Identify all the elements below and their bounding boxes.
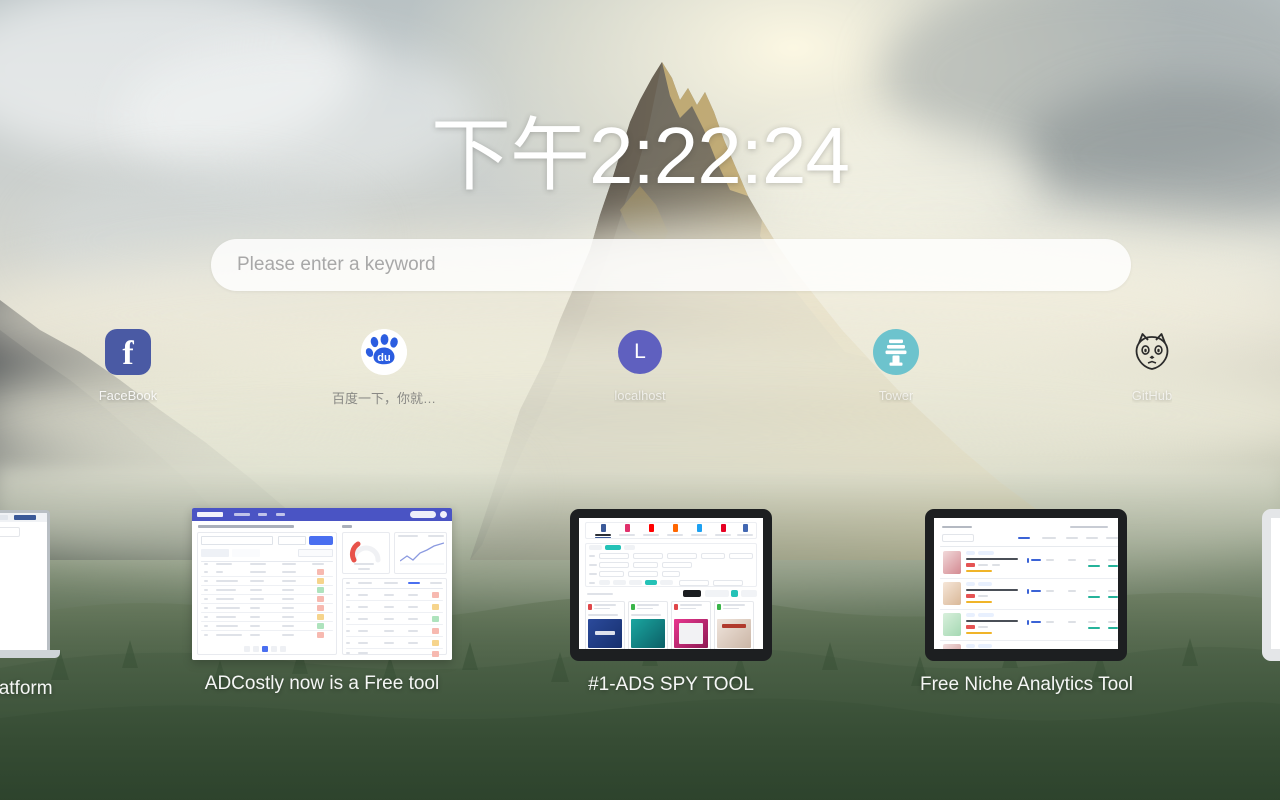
card-caption: …ce Platform [0, 678, 53, 699]
thumbnail-adcostly-dashboard[interactable] [192, 508, 452, 660]
thumbnail-partial-offscreen[interactable] [1262, 509, 1280, 661]
thumbnail-ads-spy-monitor[interactable] [570, 509, 772, 661]
shortcut-tower[interactable]: Tower [768, 328, 1024, 407]
card-caption: Free Niche Analytics Tool [920, 674, 1133, 695]
site-thumbnail-row: …ce Platform [0, 500, 1280, 710]
localhost-initial: L [618, 330, 662, 374]
shortcut-label: GitHub [1131, 388, 1173, 403]
shortcut-label: FaceBook [98, 388, 158, 403]
clock-display: 下午2:22:24 [431, 111, 850, 200]
site-card-platform[interactable]: …ce Platform [0, 510, 145, 700]
facebook-icon[interactable]: f [104, 328, 152, 376]
card-caption: #1-ADS SPY TOOL [588, 674, 754, 695]
site-card-partial-right[interactable]: 身 [1262, 509, 1280, 701]
github-octocat-icon[interactable] [1128, 328, 1176, 376]
shortcut-baidu[interactable]: du 百度一下，你就… [256, 328, 512, 407]
shortcut-facebook[interactable]: f FaceBook [0, 328, 256, 407]
svg-text:du: du [377, 352, 390, 364]
site-card-ads-spy[interactable]: #1-ADS SPY TOOL [570, 509, 772, 696]
baidu-paw-icon[interactable]: du [360, 328, 408, 376]
shortcut-label: localhost [614, 388, 666, 403]
site-card-niche-analytics[interactable]: Free Niche Analytics Tool [920, 509, 1133, 696]
card-caption: ADCostly now is a Free tool [204, 673, 440, 694]
tower-icon[interactable] [872, 328, 920, 376]
shortcut-label: 百度一下，你就… [331, 391, 436, 406]
search-input[interactable] [211, 239, 1131, 291]
thumbnail-laptop-social-feed[interactable] [0, 510, 145, 665]
shortcut-github[interactable]: GitHub [1024, 328, 1280, 407]
shortcut-label: Tower [878, 388, 914, 403]
thumbnail-niche-analytics-monitor[interactable] [925, 509, 1128, 661]
shortcut-localhost[interactable]: L localhost [512, 328, 768, 407]
search-bar[interactable] [211, 239, 1131, 291]
desktop-wallpaper-newtab: 下午2:22:24 f FaceBook [0, 0, 1280, 800]
shortcut-icon-row: f FaceBook du 百度一下，你就… L localhost Tower… [0, 328, 1280, 407]
localhost-icon[interactable]: L [616, 328, 664, 376]
site-card-adcostly[interactable]: ADCostly now is a Free tool [192, 508, 452, 695]
